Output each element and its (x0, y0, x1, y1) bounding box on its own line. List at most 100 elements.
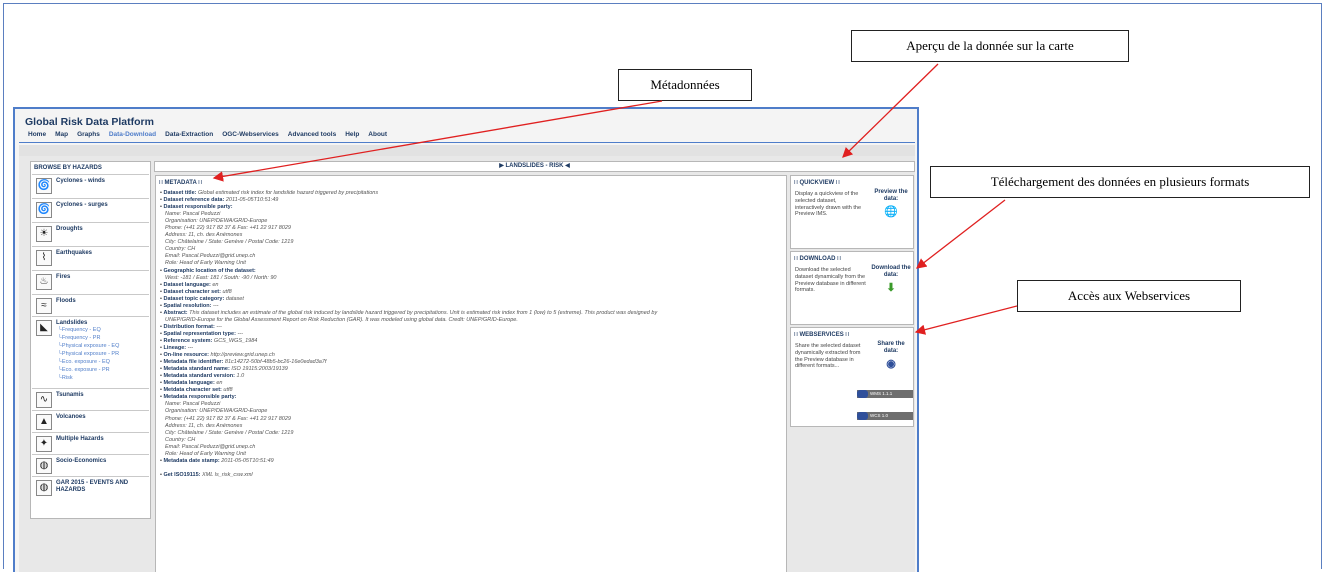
main-nav: Home Map Graphs Data-Download Data-Extra… (28, 131, 387, 138)
flood-icon: ≈ (36, 298, 52, 314)
earthquake-icon: ⌇ (36, 250, 52, 266)
quickview-heading: ∷ QUICKVIEW ∷ (794, 180, 840, 186)
download-icon: ⬇ (886, 282, 896, 294)
metadata-line: • Lineage: --- (160, 345, 194, 352)
metadata-line: • Dataset language: en (160, 281, 219, 288)
globe-icon: ◍ (36, 458, 52, 474)
metadata-line: Role: Head of Early Warning Unit (165, 450, 246, 457)
sidebar-item-landslides[interactable]: ◣ Landslides └Frequency - EQ └Frequency … (32, 316, 149, 388)
nav-about[interactable]: About (368, 131, 387, 138)
metadata-line: Phone: (+41 22) 917 82 37 & Fax: +41 22 … (165, 415, 291, 422)
cyclone-icon: 🌀 (36, 178, 52, 194)
sidebar-item-label: Cyclones - surges (56, 202, 108, 208)
share-icon: ◉ (886, 358, 896, 370)
download-text: Download the selected dataset dynamicall… (795, 267, 866, 294)
metadata-line: • Dataset title: Global estimated risk i… (160, 190, 379, 196)
quickview-card: ∷ QUICKVIEW ∷ Display a quickview of the… (790, 175, 914, 249)
sidebar-item-label: Landslides (56, 320, 88, 326)
download-card: ∷ DOWNLOAD ∷ Download the selected datas… (790, 251, 914, 325)
share-data-button[interactable]: Share the data: ◉ (871, 341, 911, 371)
subitem-physical-exposure-eq[interactable]: └Physical exposure - EQ (58, 343, 119, 349)
metadata-line (160, 465, 784, 472)
sidebar-item-fires[interactable]: ♨ Fires (32, 270, 149, 294)
metadata-line: • Metdata character set: utf8 (160, 387, 233, 394)
metadata-line: • Distribution format: --- (160, 323, 222, 330)
sidebar-item-label: Earthquakes (56, 250, 93, 256)
metadata-line: Address: 11, ch. des Anémones (165, 232, 243, 239)
metadata-line: • Metadata responsible party: (160, 394, 237, 401)
nav-map[interactable]: Map (55, 131, 68, 138)
nav-data-extraction[interactable]: Data-Extraction (165, 131, 213, 138)
metadata-list: • Dataset title: Global estimated risk i… (160, 190, 784, 479)
webservices-heading: ∷ WEBSERVICES ∷ (794, 332, 850, 338)
download-heading: ∷ DOWNLOAD ∷ (794, 256, 841, 262)
metadata-panel: ∷ METADATA ∷ • Dataset title: Global est… (155, 175, 787, 572)
nav-ogc-webservices[interactable]: OGC-Webservices (222, 131, 279, 138)
metadata-line: • Spatial resolution: --- (160, 302, 219, 309)
sidebar-item-multiple-hazards[interactable]: ✦ Multiple Hazards (32, 432, 149, 454)
metadata-line: City: Châtelaine / State: Genève / Posta… (165, 429, 294, 436)
metadata-line: • Dataset responsible party: (160, 204, 233, 211)
metadata-line: • Abstract: This dataset includes an est… (160, 309, 658, 316)
sidebar-item-label: Volcanoes (56, 414, 86, 420)
nav-help[interactable]: Help (345, 131, 359, 138)
metadata-line: West: -181 / East: 181 / South: -90 / No… (165, 274, 277, 281)
webservices-card: ∷ WEBSERVICES ∷ Share the selected datas… (790, 327, 914, 427)
download-data-button[interactable]: Download the data: ⬇ (871, 265, 911, 295)
metadata-heading: ∷ METADATA ∷ (159, 180, 203, 186)
webservices-text: Share the selected dataset dynamically e… (795, 343, 861, 370)
metadata-line: • On-line resource: http://preview.grid.… (160, 352, 275, 359)
subitem-frequency-pr[interactable]: └Frequency - PR (58, 335, 100, 341)
metadata-line: • Spatial representation type: --- (160, 330, 243, 337)
tsunami-icon: ∿ (36, 392, 52, 408)
sidebar-item-tsunamis[interactable]: ∿ Tsunamis (32, 388, 149, 410)
subitem-frequency-eq[interactable]: └Frequency - EQ (58, 327, 101, 333)
metadata-line: • Metadata standard name: ISO 19115:2003… (160, 366, 288, 373)
metadata-line: • Dataset character set: utf8 (160, 288, 232, 295)
callout-metadonnees: Métadonnées (618, 69, 752, 101)
metadata-line: • Metadata language: en (160, 380, 223, 387)
dataset-title-bar: ▶ LANDSLIDES - RISK ◀ (154, 161, 915, 172)
sidebar-item-floods[interactable]: ≈ Floods (32, 294, 149, 316)
metadata-line: Address: 11, ch. des Anémones (165, 422, 243, 429)
metadata-line: Country: CH (165, 246, 196, 253)
wms-badge[interactable]: WMS 1.1.1 (857, 390, 913, 398)
wcs-badge[interactable]: WCS 1.0 (857, 412, 913, 420)
subitem-eco-exposure-eq[interactable]: └Eco. exposure - EQ (58, 359, 110, 365)
nav-divider (19, 142, 915, 143)
multiple-hazards-icon: ✦ (36, 436, 52, 452)
callout-webservices: Accès aux Webservices (1017, 280, 1241, 312)
fire-icon: ♨ (36, 274, 52, 290)
sidebar-item-volcanoes[interactable]: ▲ Volcanoes (32, 410, 149, 432)
sidebar-heading: BROWSE BY HAZARDS (34, 165, 102, 171)
metadata-line: Email: Pascal.Peduzzi@grid.unep.ch (165, 253, 256, 260)
sidebar-item-label: GAR 2015 - EVENTS AND HAZARDS (56, 480, 129, 493)
cyclone-icon: 🌀 (36, 202, 52, 218)
sidebar-item-cyclones-winds[interactable]: 🌀 Cyclones - winds (32, 174, 149, 198)
globe-icon: 🌐 (884, 206, 898, 218)
sidebar-item-cyclones-surges[interactable]: 🌀 Cyclones - surges (32, 198, 149, 222)
sidebar-item-earthquakes[interactable]: ⌇ Earthquakes (32, 246, 149, 270)
nav-home[interactable]: Home (28, 131, 46, 138)
header-bar (19, 145, 915, 156)
nav-graphs[interactable]: Graphs (77, 131, 100, 138)
platform-screenshot: Global Risk Data Platform Home Map Graph… (13, 107, 919, 572)
metadata-line: • Get ISO19115: XML ls_risk_csw.xml (160, 471, 253, 478)
subitem-physical-exposure-pr[interactable]: └Physical exposure - PR (58, 351, 119, 357)
subitem-risk[interactable]: └Risk (58, 375, 73, 381)
sidebar-item-droughts[interactable]: ☀ Droughts (32, 222, 149, 246)
sidebar-item-socio-economics[interactable]: ◍ Socio-Economics (32, 454, 149, 476)
metadata-line: Email: Pascal.Peduzzi@grid.unep.ch (165, 443, 256, 450)
metadata-line: • Geographic location of the dataset: (160, 267, 256, 274)
nav-advanced-tools[interactable]: Advanced tools (288, 131, 336, 138)
metadata-line: Country: CH (165, 436, 196, 443)
preview-data-button[interactable]: Preview the data: 🌐 (871, 189, 911, 219)
sidebar-item-label: Fires (56, 274, 71, 280)
volcano-icon: ▲ (36, 414, 52, 430)
metadata-line: Phone: (+41 22) 917 82 37 & Fax: +41 22 … (165, 225, 291, 232)
nav-data-download[interactable]: Data-Download (109, 131, 156, 138)
globe-icon: ◍ (36, 480, 52, 496)
subitem-eco-exposure-pr[interactable]: └Eco. exposure - PR (58, 367, 110, 373)
metadata-line: • Dataset reference data: 2011-05-05T10:… (160, 197, 279, 204)
sidebar-item-gar-2015[interactable]: ◍ GAR 2015 - EVENTS AND HAZARDS (32, 476, 149, 504)
